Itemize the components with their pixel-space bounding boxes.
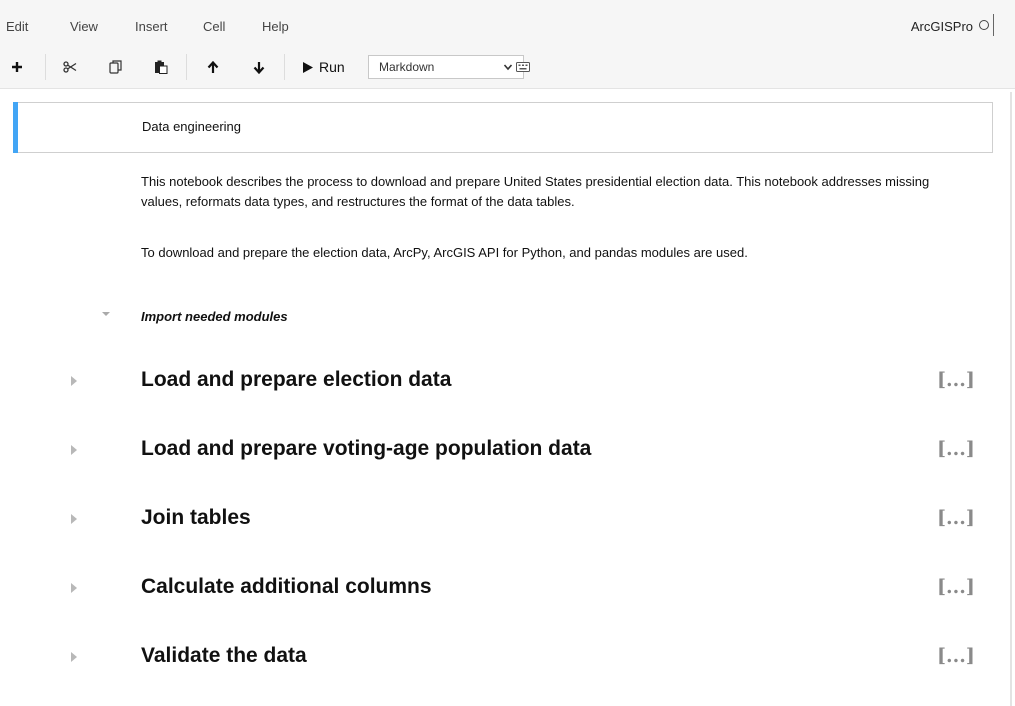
copy-button[interactable] [105,57,127,77]
scrollbar[interactable] [1010,92,1012,706]
caret-right-icon[interactable] [71,582,78,594]
collapsed-cells-button[interactable]: [...] [937,369,975,391]
collapsed-cells-button[interactable]: [...] [937,438,975,460]
menu-bar: Edit View Insert Cell Help ArcGISPro [0,0,1015,46]
menu-view[interactable]: View [70,19,98,34]
section-load-election-data: Load and prepare election data [...] [0,362,1000,402]
menu-edit[interactable]: Edit [6,19,28,34]
collapsed-cells-button[interactable]: [...] [937,645,975,667]
modules-paragraph: To download and prepare the election dat… [141,245,748,260]
caret-down-icon[interactable] [102,312,110,318]
paste-icon [155,60,168,74]
paste-button[interactable] [150,57,172,77]
command-palette-button[interactable] [512,57,534,77]
insert-cell-button[interactable] [6,57,28,77]
section-load-voting-age-data: Load and prepare voting-age population d… [0,431,1000,471]
divider [186,54,187,80]
section-join-tables: Join tables [...] [0,500,1000,540]
section-heading: Calculate additional columns [141,575,432,598]
selected-cell-indicator [13,102,18,153]
cell-type-value: Markdown [379,60,435,74]
run-button[interactable]: Run [303,57,345,77]
collapsed-cells-button[interactable]: [...] [937,576,975,598]
move-down-button[interactable] [248,57,270,77]
section-calculate-columns: Calculate additional columns [...] [0,569,1000,609]
cut-icon [63,61,77,73]
toolbar: Run Markdown [0,46,1015,89]
menu-help[interactable]: Help [262,19,289,34]
section-heading: Join tables [141,506,251,529]
import-modules-heading: Import needed modules [141,309,288,324]
run-icon [303,61,313,73]
divider [993,14,994,36]
caret-right-icon[interactable] [71,444,78,456]
section-heading: Load and prepare voting-age population d… [141,437,592,460]
move-up-button[interactable] [202,57,224,77]
divider [45,54,46,80]
run-label: Run [319,59,345,75]
arrow-down-icon [253,61,265,74]
kernel-status-icon [979,20,989,30]
cell-source-text[interactable]: Data engineering [142,119,241,134]
keyboard-icon [516,62,530,72]
menu-cell[interactable]: Cell [203,19,225,34]
divider [284,54,285,80]
caret-right-icon[interactable] [71,513,78,525]
section-validate-data: Validate the data [...] [0,638,1000,678]
plus-icon [12,62,22,72]
arrow-up-icon [207,60,219,73]
cell-type-select[interactable]: Markdown [368,55,524,79]
selected-markdown-cell[interactable]: Data engineering [13,102,993,153]
intro-paragraph: This notebook describes the process to d… [141,174,930,209]
cut-button[interactable] [59,57,81,77]
collapsed-cells-button[interactable]: [...] [937,507,975,529]
kernel-name: ArcGISPro [910,19,973,34]
menu-insert[interactable]: Insert [135,19,168,34]
caret-right-icon[interactable] [71,375,78,387]
copy-icon [109,60,122,74]
section-heading: Load and prepare election data [141,368,452,391]
caret-right-icon[interactable] [71,651,78,663]
section-heading: Validate the data [141,644,307,667]
